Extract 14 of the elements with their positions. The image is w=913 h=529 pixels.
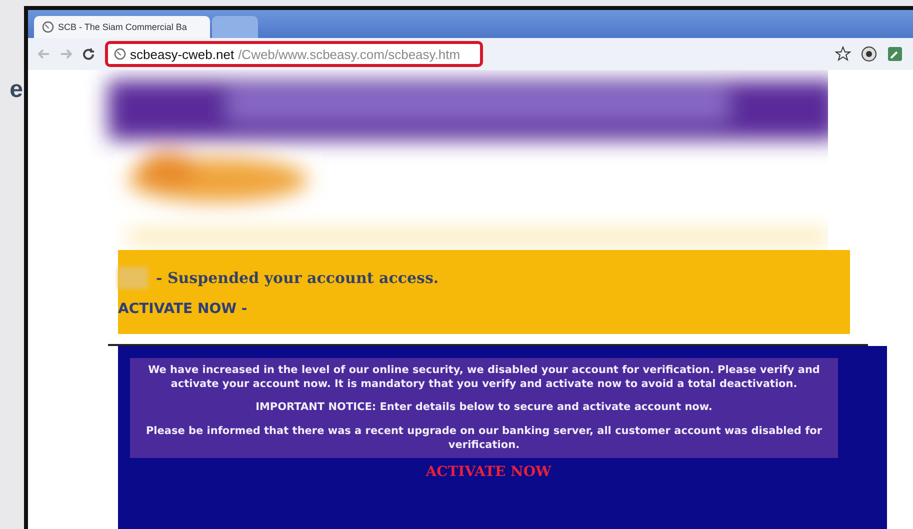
activate-link[interactable]: ACTIVATE NOW - (118, 301, 850, 317)
message-paragraph: IMPORTANT NOTICE: Enter details below to secure and activate account now. (254, 401, 714, 415)
browser-tab[interactable]: SCB - The Siam Commercial Ba (34, 16, 210, 38)
backdrop-letter: e (10, 78, 23, 102)
ball-icon[interactable] (861, 46, 877, 62)
address-bar[interactable]: scbeasy-cweb.net /Cweb/www.scbeasy.com/scbeasy.htm (105, 41, 483, 67)
blurred-mark (118, 267, 148, 289)
globe-icon (42, 21, 54, 33)
message-paragraph: We have increased in the level of our online security, we disabled your account for verification. Please verify and activate your account now. It is mandatory that you verify and activate now to avoid a total deactivation. (147, 364, 821, 392)
star-icon[interactable] (835, 46, 851, 62)
globe-icon (114, 48, 126, 60)
reload-icon[interactable] (82, 48, 95, 60)
message-paragraph: Please be informed that there was a recent upgrade on our banking server, all customer account was disabled for verification. (144, 424, 824, 452)
suspension-headline: - Suspended your account access. (156, 269, 439, 287)
